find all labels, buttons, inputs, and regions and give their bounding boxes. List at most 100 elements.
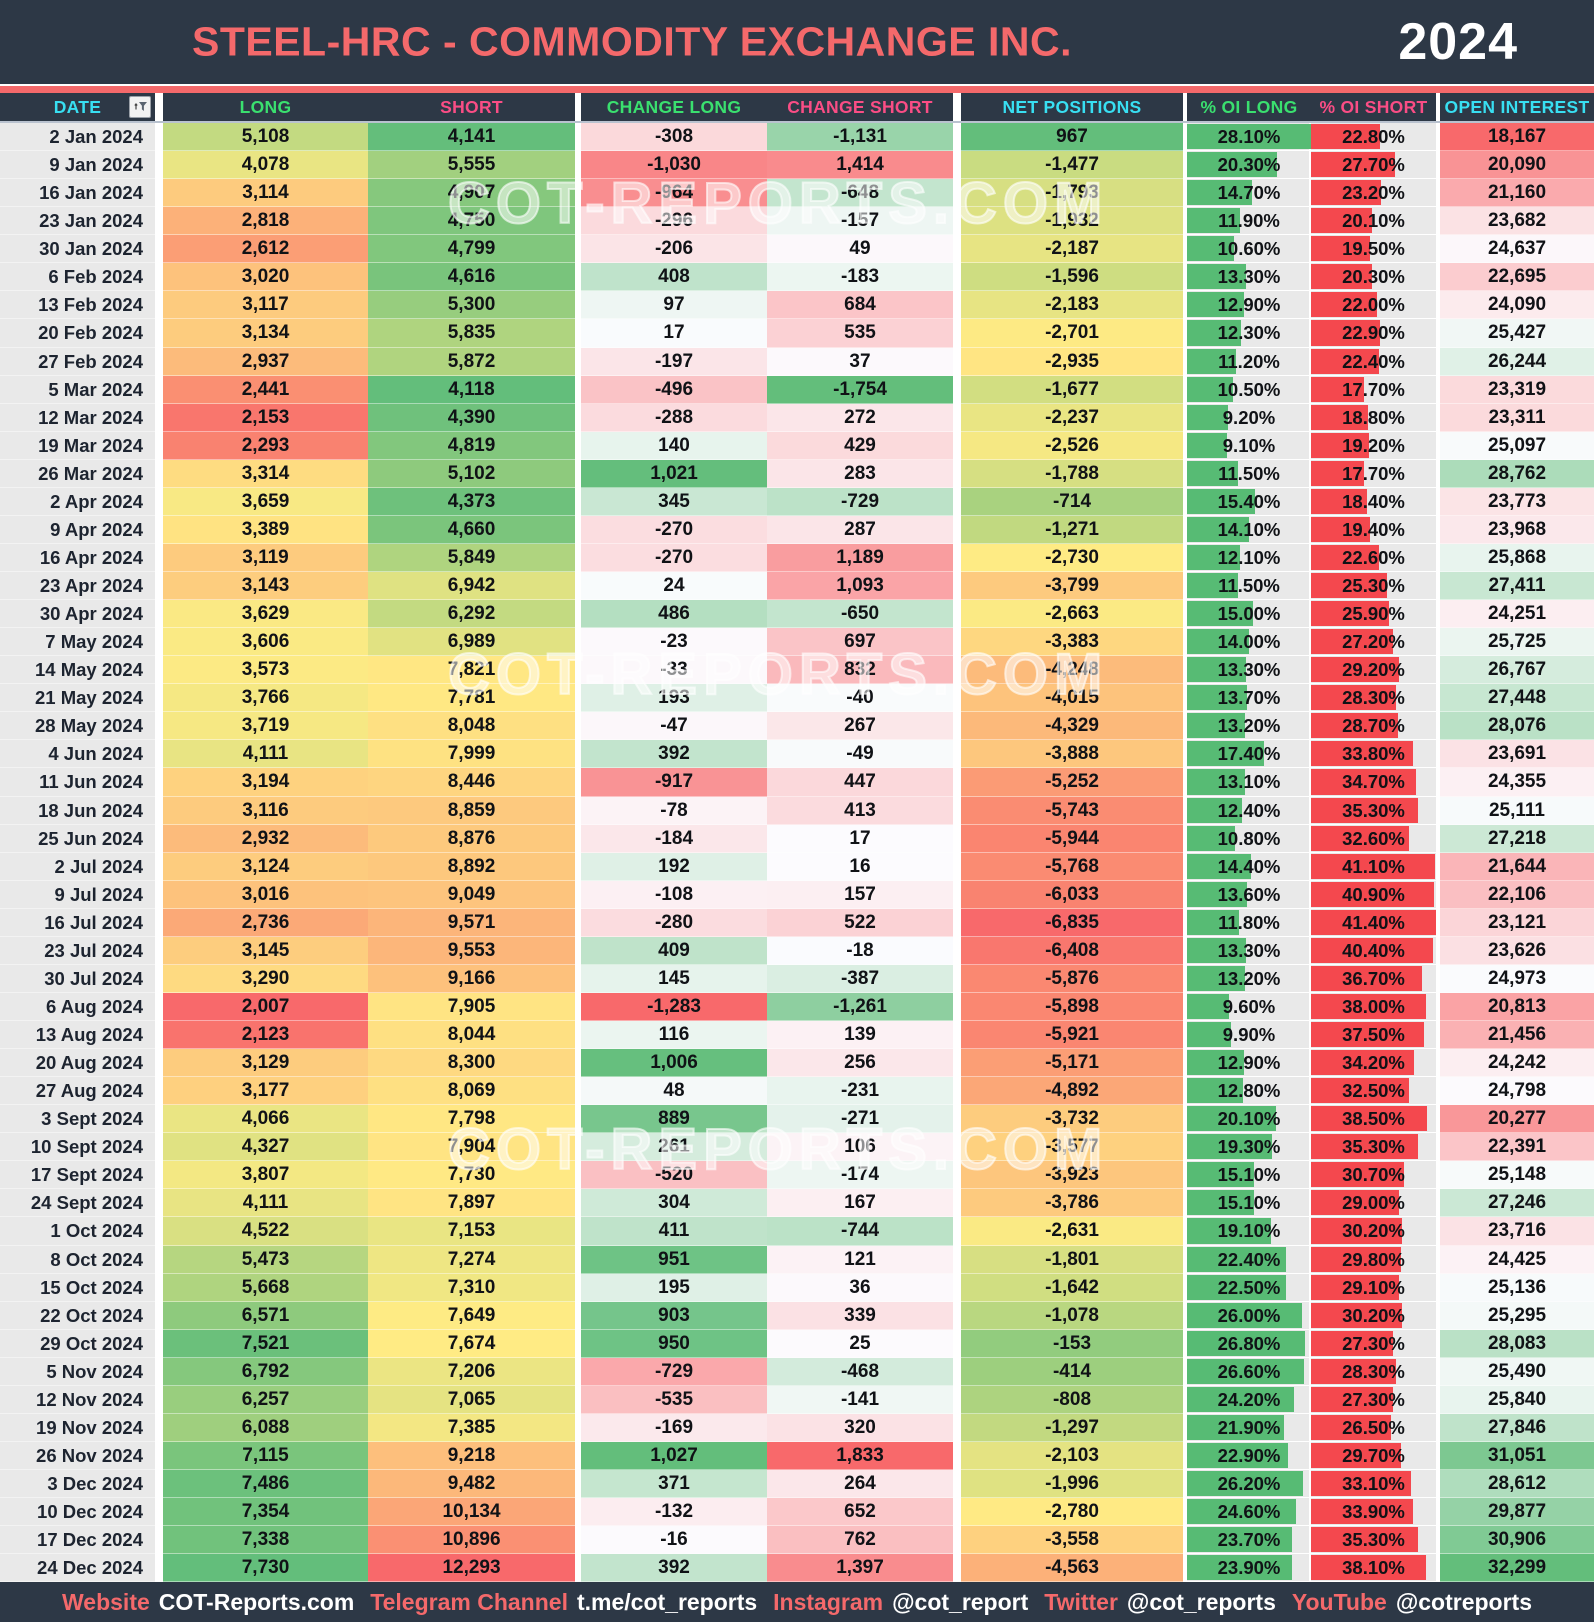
column-separator: [155, 1329, 163, 1358]
cell-value: 34.70%: [1342, 771, 1405, 793]
column-separator: [953, 1273, 961, 1302]
cell-oi_short_pct: 23.20%: [1311, 179, 1436, 208]
cell-value: 17.70%: [1342, 378, 1405, 400]
column-separator: [155, 656, 163, 685]
cell-change_long: 409: [581, 936, 767, 965]
footer-telegram[interactable]: Telegram Channel t.me/cot_reports: [370, 1589, 757, 1616]
cell-short: 4,819: [368, 431, 575, 460]
column-separator: [953, 572, 961, 601]
column-separator: [953, 319, 961, 348]
cell-net_positions: -4,248: [961, 656, 1183, 685]
cell-oi_short_pct: 35.30%: [1311, 796, 1436, 825]
filter-icon[interactable]: [129, 96, 151, 118]
column-separator: [953, 628, 961, 657]
column-separator: [953, 1498, 961, 1527]
cell-net_positions: -6,033: [961, 880, 1183, 909]
cell-oi_short_pct: 22.90%: [1311, 319, 1436, 348]
column-separator: [155, 1301, 163, 1330]
cell-short: 9,166: [368, 964, 575, 993]
cell-short: 7,674: [368, 1329, 575, 1358]
cell-net_positions: -3,799: [961, 572, 1183, 601]
cell-long: 3,016: [163, 880, 368, 909]
cell-value: 15.00%: [1217, 603, 1281, 625]
column-separator: [155, 1217, 163, 1246]
cell-value: 40.40%: [1342, 939, 1405, 961]
table-row: 15 Oct 2024 5,668 7,310 195 36 -1,642 22.50% 29…: [0, 1273, 1594, 1302]
cell-net_positions: -2,730: [961, 543, 1183, 572]
column-header-label: CHANGE SHORT: [787, 96, 933, 117]
footer-youtube[interactable]: YouTube @cotreports: [1292, 1589, 1532, 1616]
footer-twitter[interactable]: Twitter @cot_reports: [1044, 1589, 1276, 1616]
cell-long: 3,314: [163, 459, 368, 488]
cell-oi_short_pct: 32.50%: [1311, 1077, 1436, 1106]
accent-stripe: [0, 86, 1594, 93]
table-row: 1 Oct 2024 4,522 7,153 411 -744 -2,631 19.10% 3…: [0, 1217, 1594, 1246]
cell-long: 2,007: [163, 992, 368, 1021]
cell-change_long: 411: [581, 1217, 767, 1246]
cell-date: 13 Aug 2024: [0, 1021, 155, 1050]
cell-oi_long_pct: 20.10%: [1187, 1105, 1311, 1134]
table-body: 2 Jan 2024 5,108 4,141 -308 -1,131 967 28.10% 2…: [0, 123, 1594, 1583]
cell-change_long: 1,021: [581, 459, 767, 488]
cell-short: 9,049: [368, 880, 575, 909]
cell-open_interest: 25,725: [1440, 628, 1594, 657]
cell-oi_long_pct: 14.00%: [1187, 628, 1311, 657]
cell-change_short: 17: [767, 824, 953, 853]
cell-change_short: -468: [767, 1357, 953, 1386]
cell-date: 16 Jul 2024: [0, 908, 155, 937]
cell-oi_short_pct: 22.80%: [1311, 123, 1436, 152]
cell-date: 6 Aug 2024: [0, 992, 155, 1021]
table-row: 13 Feb 2024 3,117 5,300 97 684 -2,183 12.90% 22…: [0, 291, 1594, 320]
cell-change_long: 17: [581, 319, 767, 348]
column-separator: [953, 179, 961, 208]
table-row: 26 Mar 2024 3,314 5,102 1,021 283 -1,788 11.50…: [0, 459, 1594, 488]
cell-long: 2,736: [163, 908, 368, 937]
cell-net_positions: -2,663: [961, 600, 1183, 629]
cell-value: 24.60%: [1217, 1501, 1281, 1523]
cell-change_short: 256: [767, 1049, 953, 1078]
cell-change_long: -270: [581, 515, 767, 544]
cell-change_long: 889: [581, 1105, 767, 1134]
cell-net_positions: -1,271: [961, 515, 1183, 544]
table-row: 5 Mar 2024 2,441 4,118 -496 -1,754 -1,677 10.5…: [0, 375, 1594, 404]
table-row: 16 Apr 2024 3,119 5,849 -270 1,189 -2,730 12.1…: [0, 543, 1594, 572]
cell-net_positions: -2,780: [961, 1498, 1183, 1527]
cell-date: 16 Apr 2024: [0, 543, 155, 572]
cell-open_interest: 32,299: [1440, 1554, 1594, 1583]
cell-oi_long_pct: 13.20%: [1187, 712, 1311, 741]
cell-short: 10,134: [368, 1498, 575, 1527]
column-separator: [155, 543, 163, 572]
footer-instagram[interactable]: Instagram @cot_report: [773, 1589, 1028, 1616]
cell-date: 9 Jul 2024: [0, 880, 155, 909]
cell-oi_long_pct: 14.40%: [1187, 852, 1311, 881]
cell-oi_short_pct: 25.90%: [1311, 600, 1436, 629]
cell-oi_short_pct: 41.10%: [1311, 852, 1436, 881]
cell-value: 10.50%: [1217, 378, 1281, 400]
table-row: 27 Feb 2024 2,937 5,872 -197 37 -2,935 11.20% 2…: [0, 347, 1594, 376]
cell-long: 5,668: [163, 1273, 368, 1302]
table-row: 2 Jan 2024 5,108 4,141 -308 -1,131 967 28.10% 2…: [0, 123, 1594, 152]
table-row: 4 Jun 2024 4,111 7,999 392 -49 -3,888 17.40% 33…: [0, 740, 1594, 769]
cell-date: 23 Jan 2024: [0, 207, 155, 236]
cell-oi_long_pct: 24.20%: [1187, 1385, 1311, 1414]
cell-open_interest: 25,427: [1440, 319, 1594, 348]
cell-open_interest: 25,111: [1440, 796, 1594, 825]
cell-oi_short_pct: 19.50%: [1311, 235, 1436, 264]
cell-change_short: 429: [767, 431, 953, 460]
cell-open_interest: 22,391: [1440, 1133, 1594, 1162]
cell-open_interest: 28,076: [1440, 712, 1594, 741]
cell-oi_short_pct: 17.70%: [1311, 375, 1436, 404]
cell-long: 2,293: [163, 431, 368, 460]
cell-change_long: 392: [581, 740, 767, 769]
footer-website[interactable]: Website COT-Reports.com: [62, 1589, 354, 1616]
cell-open_interest: 28,762: [1440, 459, 1594, 488]
cell-value: 15.10%: [1217, 1192, 1281, 1214]
column-header-label: LONG: [239, 96, 292, 117]
cell-long: 3,177: [163, 1077, 368, 1106]
cell-net_positions: -5,944: [961, 824, 1183, 853]
cell-value: 18.40%: [1342, 490, 1405, 512]
cell-change_short: 413: [767, 796, 953, 825]
table-row: 9 Jan 2024 4,078 5,555 -1,030 1,414 -1,477 20.…: [0, 151, 1594, 180]
column-separator: [953, 1105, 961, 1134]
cell-change_long: -1,030: [581, 151, 767, 180]
